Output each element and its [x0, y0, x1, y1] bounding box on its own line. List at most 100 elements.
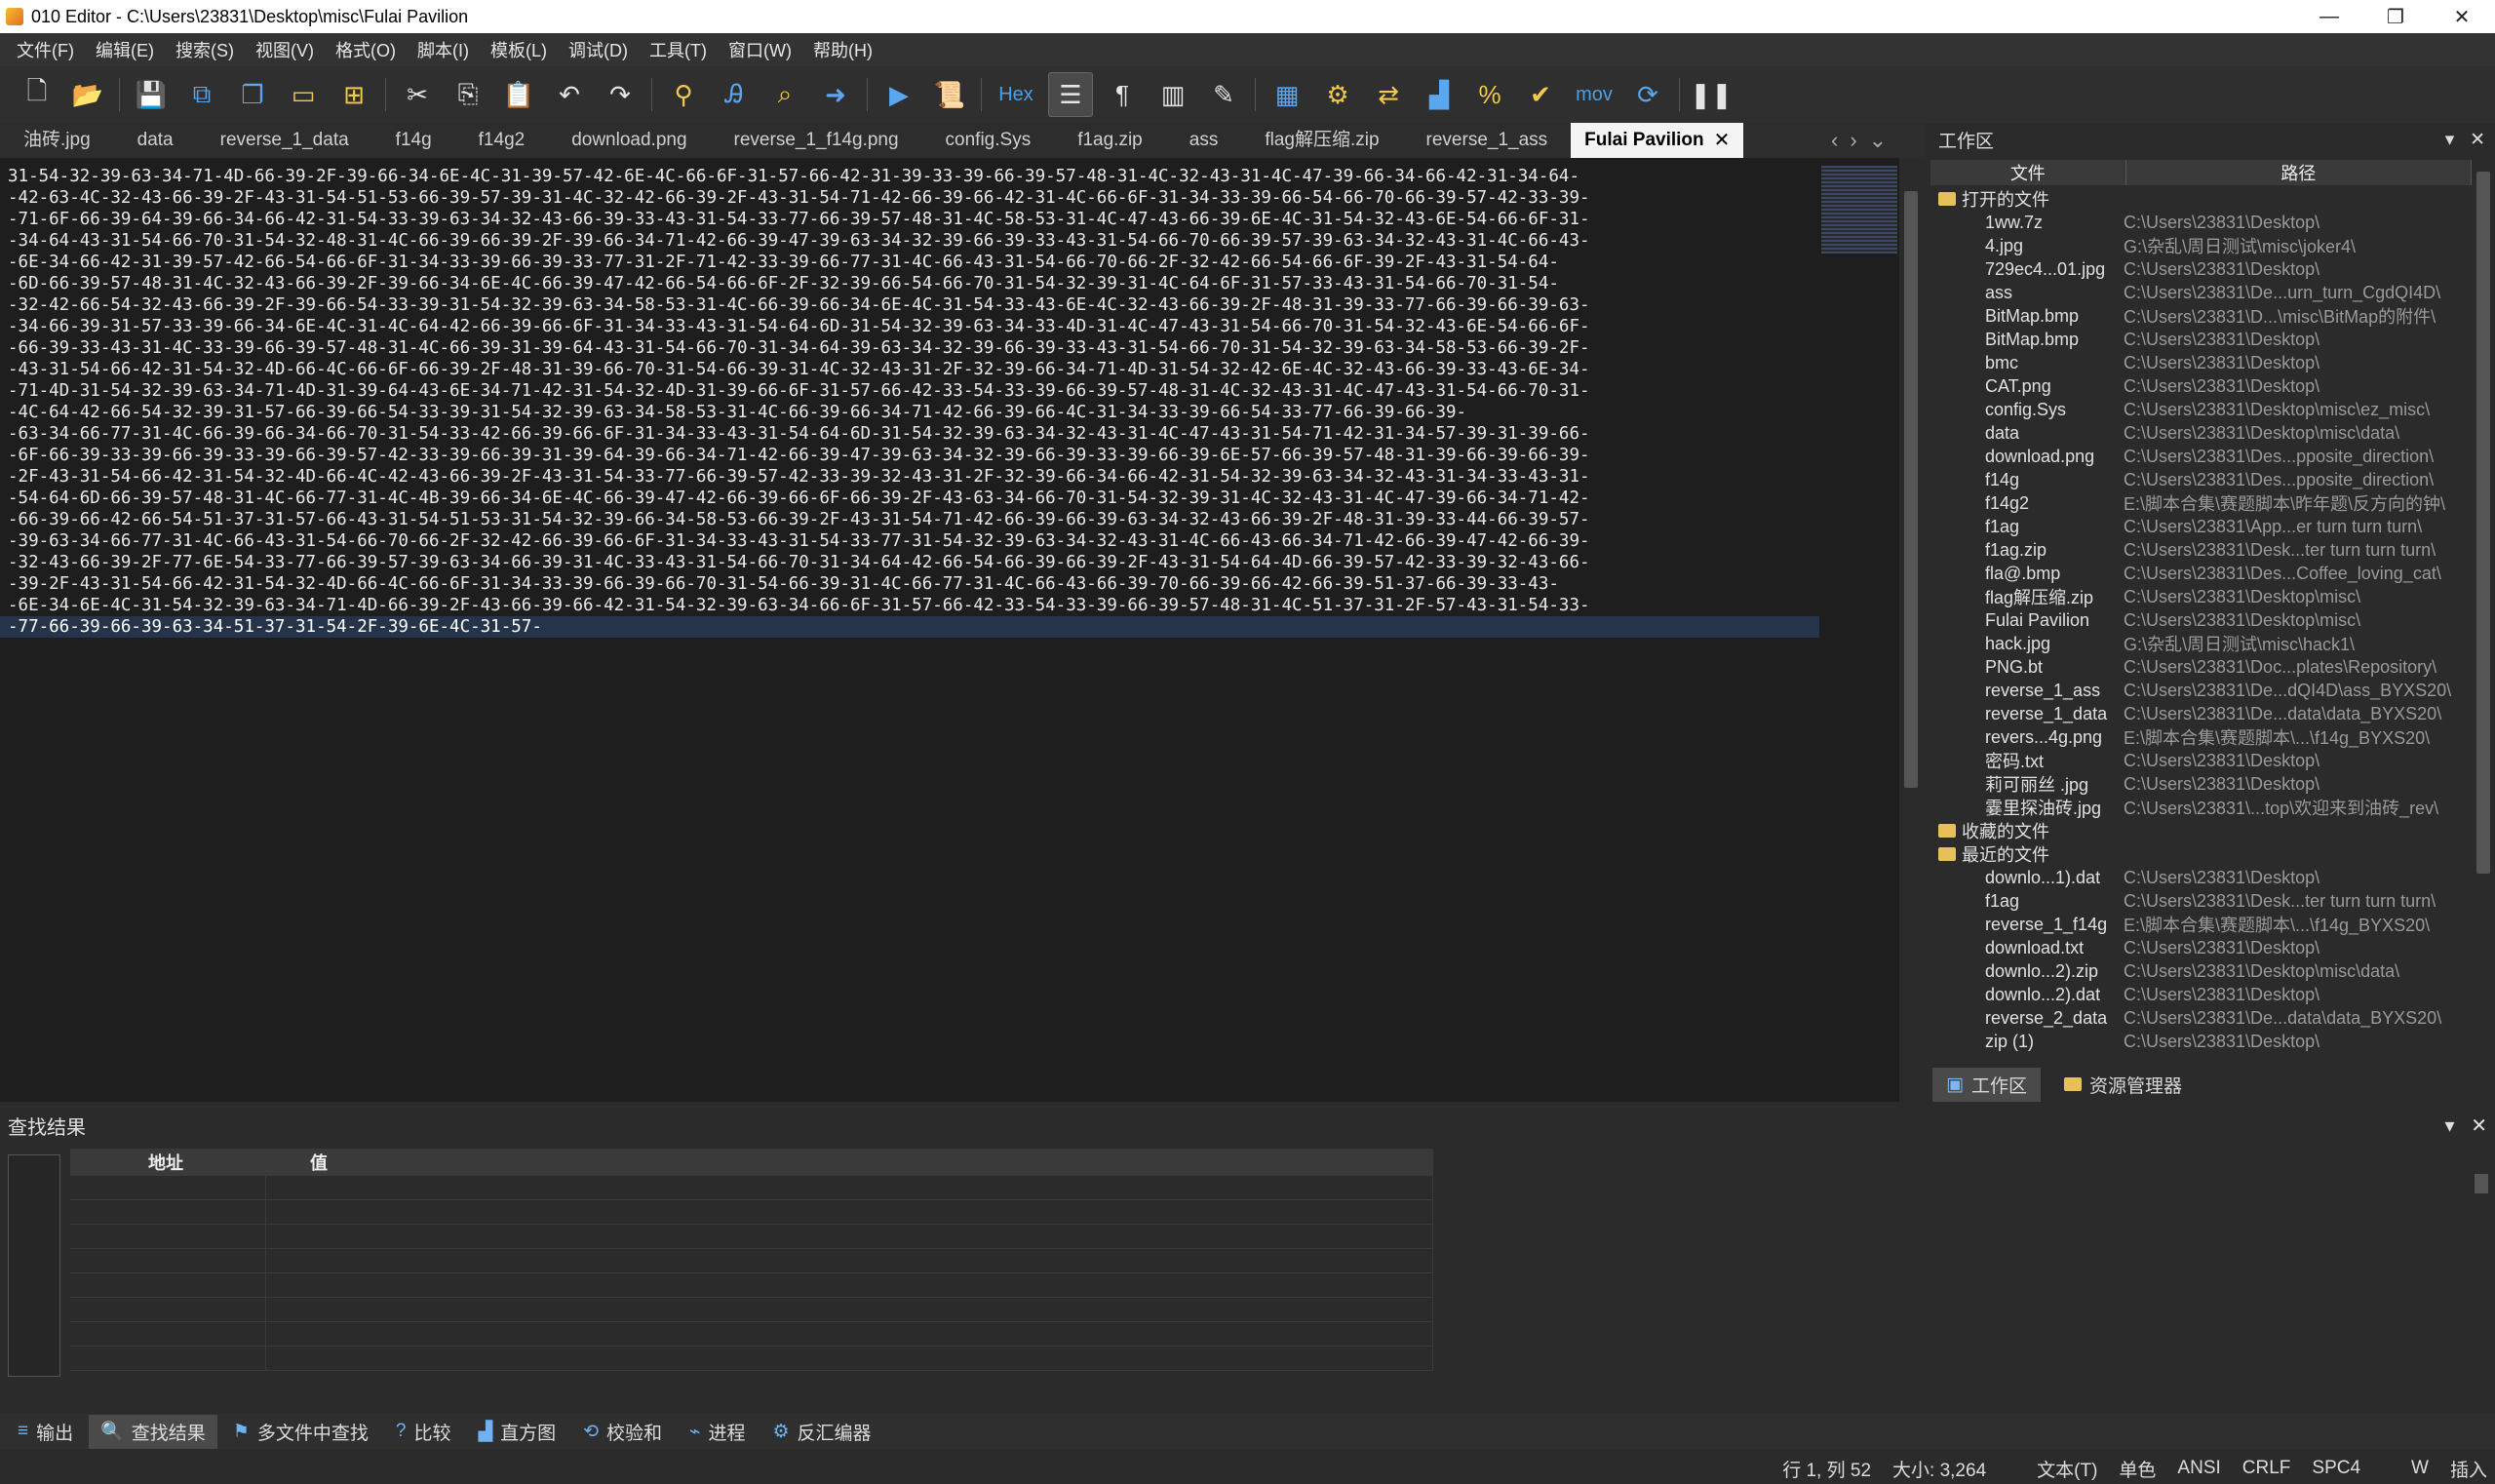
editor-content[interactable]: 31-54-32-39-63-34-71-4D-66-39-2F-39-66-3… — [0, 166, 1819, 638]
file-tab[interactable]: 油砖.jpg — [0, 123, 114, 158]
table-row[interactable] — [70, 1273, 1433, 1298]
workspace-group[interactable]: 最近的文件 — [1930, 842, 2472, 866]
editor-line[interactable]: -6F-66-39-33-39-66-39-33-39-66-39-57-42-… — [0, 445, 1819, 466]
column-file[interactable]: 文件 — [1930, 160, 2126, 185]
editor-line[interactable]: -39-2F-43-31-54-66-42-31-54-32-4D-66-4C-… — [0, 573, 1819, 595]
workspace-file-row[interactable]: PNG.bt C:\Users\23831\Doc...plates\Reposi… — [1930, 655, 2472, 679]
table-row[interactable] — [70, 1249, 1433, 1273]
table-row[interactable] — [70, 1298, 1433, 1322]
text-mode-icon[interactable]: ☰ — [1048, 72, 1093, 117]
menu-item[interactable]: 编辑(E) — [85, 37, 165, 62]
editor-line[interactable]: -6E-34-6E-4C-31-54-32-39-63-34-71-4D-66-… — [0, 595, 1819, 616]
file-tab[interactable]: ass — [1166, 123, 1242, 158]
bottom-tab[interactable]: ⚑ 多文件中查找 — [221, 1415, 380, 1449]
paragraph-icon[interactable]: ¶ — [1101, 73, 1144, 116]
bottom-tab[interactable]: ⟲ 校验和 — [571, 1415, 674, 1449]
editor-line[interactable]: -43-31-54-66-42-31-54-32-4D-66-4C-66-6F-… — [0, 359, 1819, 380]
workspace-file-row[interactable]: download.png C:\Users\23831\Des...pposite… — [1930, 445, 2472, 468]
workspace-file-row[interactable]: download.txt C:\Users\23831\Desktop\ — [1930, 936, 2472, 959]
undo-icon[interactable]: ↶ — [548, 73, 591, 116]
new-file-icon[interactable]: 🗋 — [16, 73, 58, 116]
editor-line[interactable]: -66-39-66-42-66-54-51-37-31-57-66-43-31-… — [0, 509, 1819, 530]
highlight-icon[interactable]: ✎ — [1202, 73, 1245, 116]
editor-line[interactable]: -54-64-6D-66-39-57-48-31-4C-66-77-31-4C-… — [0, 488, 1819, 509]
calculator-icon[interactable]: ▦ — [1266, 73, 1308, 116]
workspace-file-row[interactable]: config.Sys C:\Users\23831\Desktop\misc\ez… — [1930, 398, 2472, 421]
workspace-file-row[interactable]: flag解压缩.zip C:\Users\23831\Desktop\misc\ — [1930, 585, 2472, 608]
editor-line[interactable]: -32-43-66-39-2F-77-6E-54-33-77-66-39-57-… — [0, 552, 1819, 573]
minimap[interactable] — [1821, 166, 1897, 254]
save-as-icon[interactable]: ⧉ — [180, 73, 223, 116]
column-address[interactable]: 地址 — [70, 1149, 265, 1176]
editor-line[interactable]: -66-39-33-43-31-4C-33-39-66-39-57-48-31-… — [0, 337, 1819, 359]
menu-item[interactable]: 视图(V) — [245, 37, 325, 62]
editor-line[interactable]: -2F-43-31-54-66-42-31-54-32-4D-66-4C-42-… — [0, 466, 1819, 488]
file-tab[interactable]: f14g — [372, 123, 455, 158]
file-tab[interactable]: f14g2 — [455, 123, 549, 158]
workspace-file-row[interactable]: BitMap.bmp C:\Users\23831\Desktop\ — [1930, 328, 2472, 351]
tab-explorer[interactable]: 资源管理器 — [2050, 1068, 2196, 1102]
status-mode[interactable]: 文本(T) — [2037, 1456, 2097, 1482]
workspace-file-row[interactable]: bmc C:\Users\23831\Desktop\ — [1930, 351, 2472, 374]
close-icon[interactable]: ✕ — [1714, 123, 1731, 158]
workspace-file-row[interactable]: 莉可丽丝 .jpg C:\Users\23831\Desktop\ — [1930, 772, 2472, 796]
bottom-tab[interactable]: ≡ 输出 — [6, 1415, 85, 1449]
file-tab[interactable]: config.Sys — [922, 123, 1055, 158]
column-value[interactable]: 值 — [265, 1149, 1433, 1176]
paste-icon[interactable]: 📋 — [497, 73, 540, 116]
close-icon[interactable]: ✕ — [2471, 1115, 2487, 1137]
workspace-file-row[interactable]: reverse_1_data C:\Users\23831\De...data\d… — [1930, 702, 2472, 725]
menu-item[interactable]: 模板(L) — [480, 37, 558, 62]
status-insert[interactable]: 插入 — [2450, 1456, 2487, 1482]
copy-icon[interactable]: ⎘ — [447, 73, 489, 116]
file-tab[interactable]: f1ag.zip — [1054, 123, 1166, 158]
menu-item[interactable]: 调试(D) — [558, 37, 639, 62]
workspace-file-row[interactable]: data C:\Users\23831\Desktop\misc\data\ — [1930, 421, 2472, 445]
redo-icon[interactable]: ↷ — [599, 73, 642, 116]
editor-line[interactable]: -6D-66-39-57-48-31-4C-32-43-66-39-2F-39-… — [0, 273, 1819, 294]
menu-item[interactable]: 帮助(H) — [802, 37, 883, 62]
find-scrollbar[interactable] — [2472, 1149, 2491, 1402]
checksum-icon[interactable]: ✔ — [1519, 73, 1562, 116]
file-tab[interactable]: reverse_1_data — [197, 123, 372, 158]
script-icon[interactable]: 📜 — [928, 73, 971, 116]
workspace-file-row[interactable]: reverse_1_f14g E:\脚本合集\赛题脚本\...\f14g_BYXS… — [1930, 913, 2472, 936]
chevron-down-icon[interactable]: ⌄ — [1869, 128, 1887, 153]
base-convert-icon[interactable]: ⟳ — [1626, 73, 1669, 116]
table-row[interactable] — [70, 1347, 1433, 1371]
open-folder-icon[interactable]: ⊞ — [332, 73, 375, 116]
editor-line[interactable]: 31-54-32-39-63-34-71-4D-66-39-2F-39-66-3… — [0, 166, 1819, 187]
status-encoding[interactable]: ANSI — [2177, 1458, 2220, 1479]
file-tab[interactable]: reverse_1_f14g.png — [711, 123, 922, 158]
close-window-button[interactable]: ✕ — [2429, 0, 2495, 33]
column-path[interactable]: 路径 — [2126, 160, 2472, 185]
workspace-file-row[interactable]: f14g C:\Users\23831\Des...pposite_directi… — [1930, 468, 2472, 491]
editor-line[interactable]: -71-4D-31-54-32-39-63-34-71-4D-31-39-64-… — [0, 380, 1819, 402]
status-tab[interactable]: SPC4 — [2312, 1458, 2360, 1479]
save-icon[interactable]: 💾 — [130, 73, 173, 116]
workspace-file-row[interactable]: revers...4g.png E:\脚本合集\赛题脚本\...\f14g_BYX… — [1930, 725, 2472, 749]
scrollbar-thumb[interactable] — [2476, 172, 2490, 874]
workspace-file-row[interactable]: hack.jpg G:\杂乱\周日测试\misc\hack1\ — [1930, 632, 2472, 655]
workspace-file-row[interactable]: f1ag C:\Users\23831\Desk...ter turn turn … — [1930, 889, 2472, 913]
maximize-button[interactable]: ❐ — [2362, 0, 2429, 33]
menu-item[interactable]: 工具(T) — [639, 37, 718, 62]
editor-line[interactable]: -77-66-39-66-39-63-34-51-37-31-54-2F-39-… — [0, 616, 1819, 638]
pause-icon[interactable]: ❚❚ — [1690, 73, 1733, 116]
compare-icon[interactable]: ⇄ — [1367, 73, 1410, 116]
scrollbar-thumb[interactable] — [1904, 191, 1918, 788]
bottom-tab[interactable]: ⚙ 反汇编器 — [761, 1415, 883, 1449]
workspace-file-row[interactable]: downlo...2).zip C:\Users\23831\Desktop\mi… — [1930, 959, 2472, 983]
file-tab[interactable]: reverse_1_ass — [1403, 123, 1572, 158]
workspace-file-row[interactable]: 密码.txt C:\Users\23831\Desktop\ — [1930, 749, 2472, 772]
bottom-tab[interactable]: 🔍 查找结果 — [89, 1414, 217, 1449]
editor-line[interactable]: -63-34-66-77-31-4C-66-39-66-34-66-70-31-… — [0, 423, 1819, 445]
menu-item[interactable]: 搜索(S) — [165, 37, 245, 62]
workspace-file-row[interactable]: reverse_2_data C:\Users\23831\De...data\d… — [1930, 1006, 2472, 1030]
editor-line[interactable]: -6E-34-66-42-31-39-57-42-66-54-66-6F-31-… — [0, 252, 1819, 273]
open-icon[interactable]: 📂 — [66, 73, 109, 116]
bottom-tab[interactable]: ? 比较 — [384, 1415, 463, 1449]
menu-item[interactable]: 窗口(W) — [718, 37, 802, 62]
bottom-tab[interactable]: ▟ 直方图 — [466, 1415, 567, 1449]
workspace-group[interactable]: 打开的文件 — [1930, 187, 2472, 211]
